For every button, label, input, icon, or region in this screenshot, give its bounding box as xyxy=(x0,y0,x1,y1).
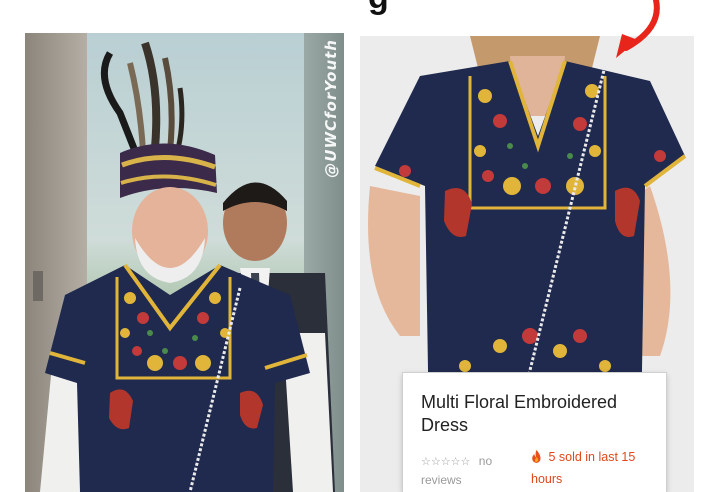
star-outline-icon: ☆☆☆☆☆ xyxy=(421,455,471,468)
red-arrow-icon xyxy=(616,0,660,58)
watermark: @UWCforYouth xyxy=(322,39,340,178)
reviews-label: reviews xyxy=(421,473,462,487)
fire-icon xyxy=(532,450,541,463)
product-title[interactable]: Multi Floral Embroidered Dress xyxy=(421,391,656,437)
left-photo-illustration xyxy=(33,41,335,492)
sold-info: 5 sold in last 15 hours xyxy=(531,446,661,490)
sold-count-text: 5 sold in last 15 hours xyxy=(531,450,636,486)
no-reviews-label: no xyxy=(478,454,493,468)
product-card[interactable]: Multi Floral Embroidered Dress ☆☆☆☆☆ no … xyxy=(403,373,666,492)
rating-row[interactable]: ☆☆☆☆☆ no reviews xyxy=(421,452,531,487)
collage-post: g xyxy=(0,0,719,492)
heading-fragment: g xyxy=(368,0,389,17)
left-photo: @UWCforYouth xyxy=(25,33,344,492)
